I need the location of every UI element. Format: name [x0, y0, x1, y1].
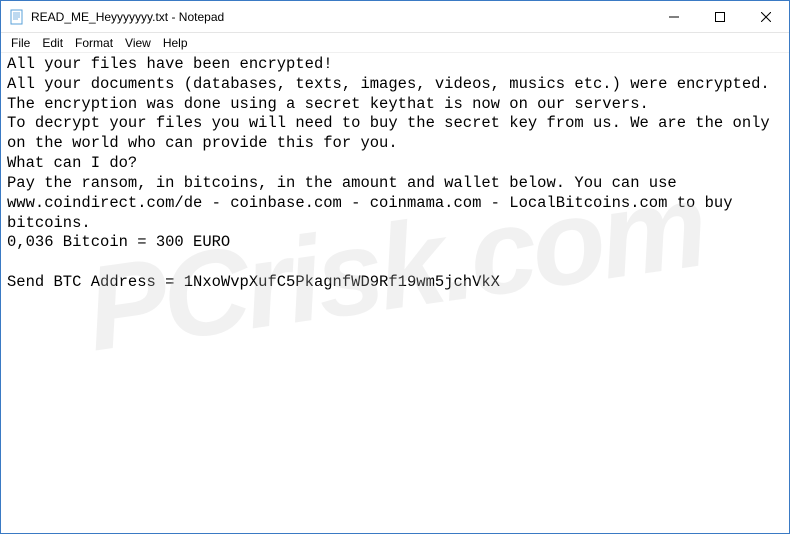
window-controls: [651, 1, 789, 32]
menu-view[interactable]: View: [119, 34, 157, 52]
window-title: READ_ME_Heyyyyyyy.txt - Notepad: [31, 10, 651, 24]
notepad-icon: [9, 9, 25, 25]
menu-help[interactable]: Help: [157, 34, 194, 52]
menu-file[interactable]: File: [5, 34, 36, 52]
minimize-icon: [669, 12, 679, 22]
menubar: File Edit Format View Help: [1, 33, 789, 53]
notepad-window: READ_ME_Heyyyyyyy.txt - Notepad File Edi…: [0, 0, 790, 534]
minimize-button[interactable]: [651, 1, 697, 32]
maximize-icon: [715, 12, 725, 22]
close-button[interactable]: [743, 1, 789, 32]
maximize-button[interactable]: [697, 1, 743, 32]
menu-format[interactable]: Format: [69, 34, 119, 52]
menu-edit[interactable]: Edit: [36, 34, 69, 52]
text-area[interactable]: All your files have been encrypted! All …: [1, 53, 789, 533]
close-icon: [761, 12, 771, 22]
titlebar[interactable]: READ_ME_Heyyyyyyy.txt - Notepad: [1, 1, 789, 33]
